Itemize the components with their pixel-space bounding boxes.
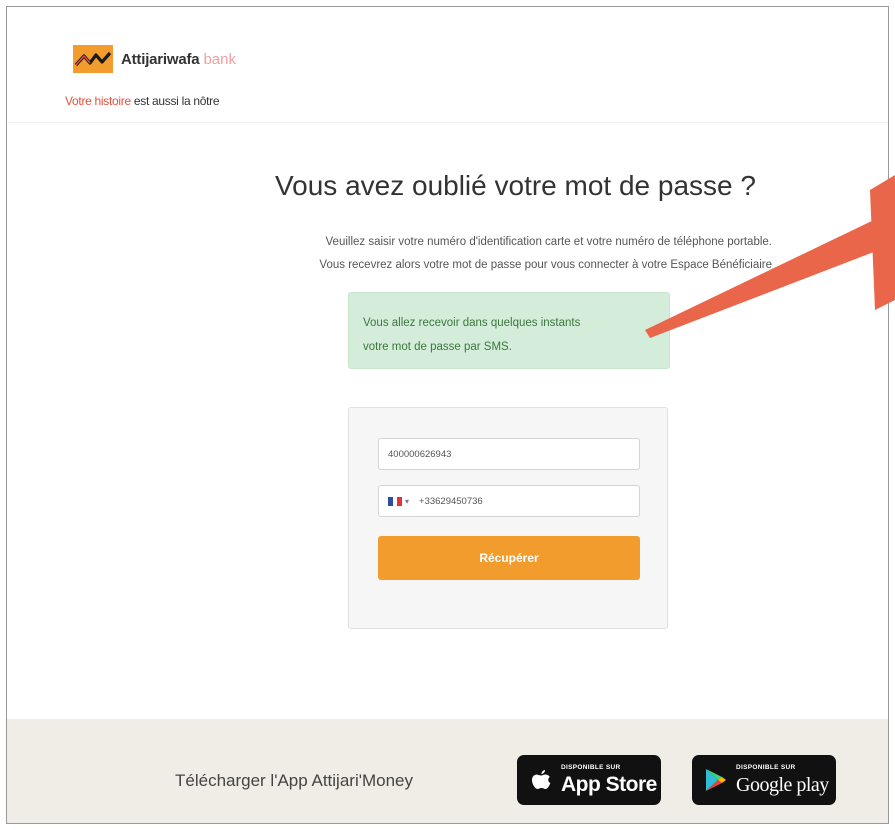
- tagline-highlight: Votre histoire: [65, 94, 131, 108]
- header: Attijariwafa bank Votre histoire est aus…: [7, 7, 888, 123]
- brand-tagline: Votre histoire est aussi la nôtre: [65, 94, 220, 108]
- alert-line-1: Vous allez recevoir dans quelques instan…: [363, 317, 581, 329]
- page-frame: Attijariwafa bank Votre histoire est aus…: [6, 6, 889, 824]
- tagline-rest: est aussi la nôtre: [133, 94, 220, 108]
- page-title: Vous avez oublié votre mot de passe ?: [275, 170, 756, 201]
- card-id-input[interactable]: 400000626943: [378, 438, 640, 470]
- app-store-badge[interactable]: DISPONIBLE SUR App Store: [517, 755, 661, 805]
- apple-icon: [527, 767, 555, 793]
- phone-input[interactable]: ▾ +33629450736: [378, 485, 640, 517]
- alert-line-2: votre mot de passe par SMS.: [363, 341, 512, 353]
- phone-value: +33629450736: [419, 495, 483, 507]
- recovery-form: 400000626943 ▾ +33629450736 Récupérer: [348, 407, 668, 629]
- app-store-small-label: DISPONIBLE SUR: [561, 763, 621, 771]
- brand-name: Attijariwafa: [121, 50, 200, 68]
- app-store-label: App Store: [561, 773, 657, 797]
- google-play-badge[interactable]: DISPONIBLE SUR Google play: [692, 755, 836, 805]
- attijariwafa-logo-icon: [73, 45, 113, 73]
- description-line-1: Veuillez saisir votre numéro d'identific…: [325, 236, 772, 248]
- card-id-value: 400000626943: [388, 448, 452, 460]
- footer: Télécharger l'App Attijari'Money DISPONI…: [7, 719, 888, 823]
- brand-suffix: bank: [203, 50, 236, 68]
- chevron-down-icon[interactable]: ▾: [405, 497, 409, 506]
- download-app-text: Télécharger l'App Attijari'Money: [175, 771, 413, 790]
- google-play-small-label: DISPONIBLE SUR: [736, 764, 796, 772]
- success-alert: Vous allez recevoir dans quelques instan…: [348, 292, 670, 369]
- fr-flag-icon[interactable]: [388, 496, 403, 506]
- google-play-icon: [702, 768, 730, 792]
- google-play-label: Google play: [736, 773, 829, 796]
- brand-logo[interactable]: Attijariwafa bank: [73, 45, 236, 73]
- description-line-2: Vous recevrez alors votre mot de passe p…: [319, 259, 772, 271]
- recover-button[interactable]: Récupérer: [378, 536, 640, 580]
